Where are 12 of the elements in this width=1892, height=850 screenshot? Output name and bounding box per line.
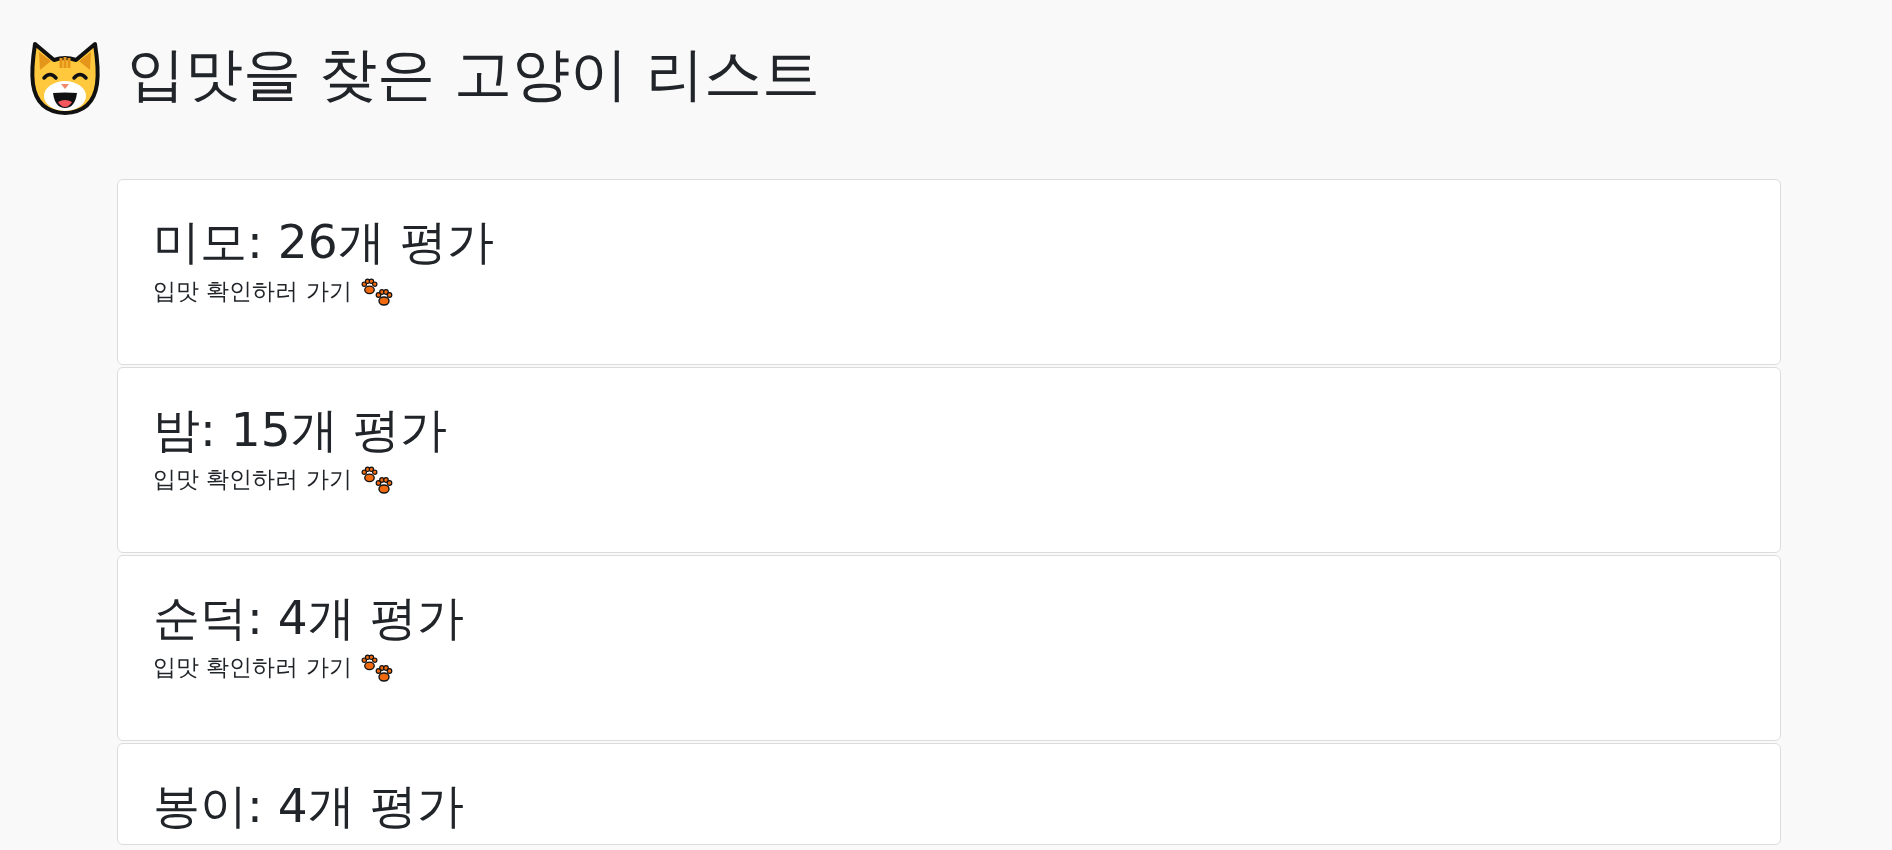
cat-face-icon <box>27 40 103 116</box>
cat-review-count: 봉이: 4개 평가 <box>153 778 465 835</box>
page-title: 입맛을 찾은 고양이 리스트 <box>127 40 821 110</box>
cat-review-count: 밤: 15개 평가 <box>153 402 448 459</box>
view-taste-link[interactable]: 입맛 확인하러 가기 <box>153 274 352 309</box>
cat-review-count: 순덕: 4개 평가 <box>153 590 465 647</box>
view-taste-link[interactable]: 입맛 확인하러 가기 <box>153 650 352 685</box>
paw-prints-icon <box>359 652 394 683</box>
paw-prints-icon <box>359 464 394 495</box>
view-taste-link[interactable]: 입맛 확인하러 가기 <box>153 462 352 497</box>
cat-review-count: 미모: 26개 평가 <box>153 214 495 271</box>
paw-prints-icon <box>359 276 394 307</box>
